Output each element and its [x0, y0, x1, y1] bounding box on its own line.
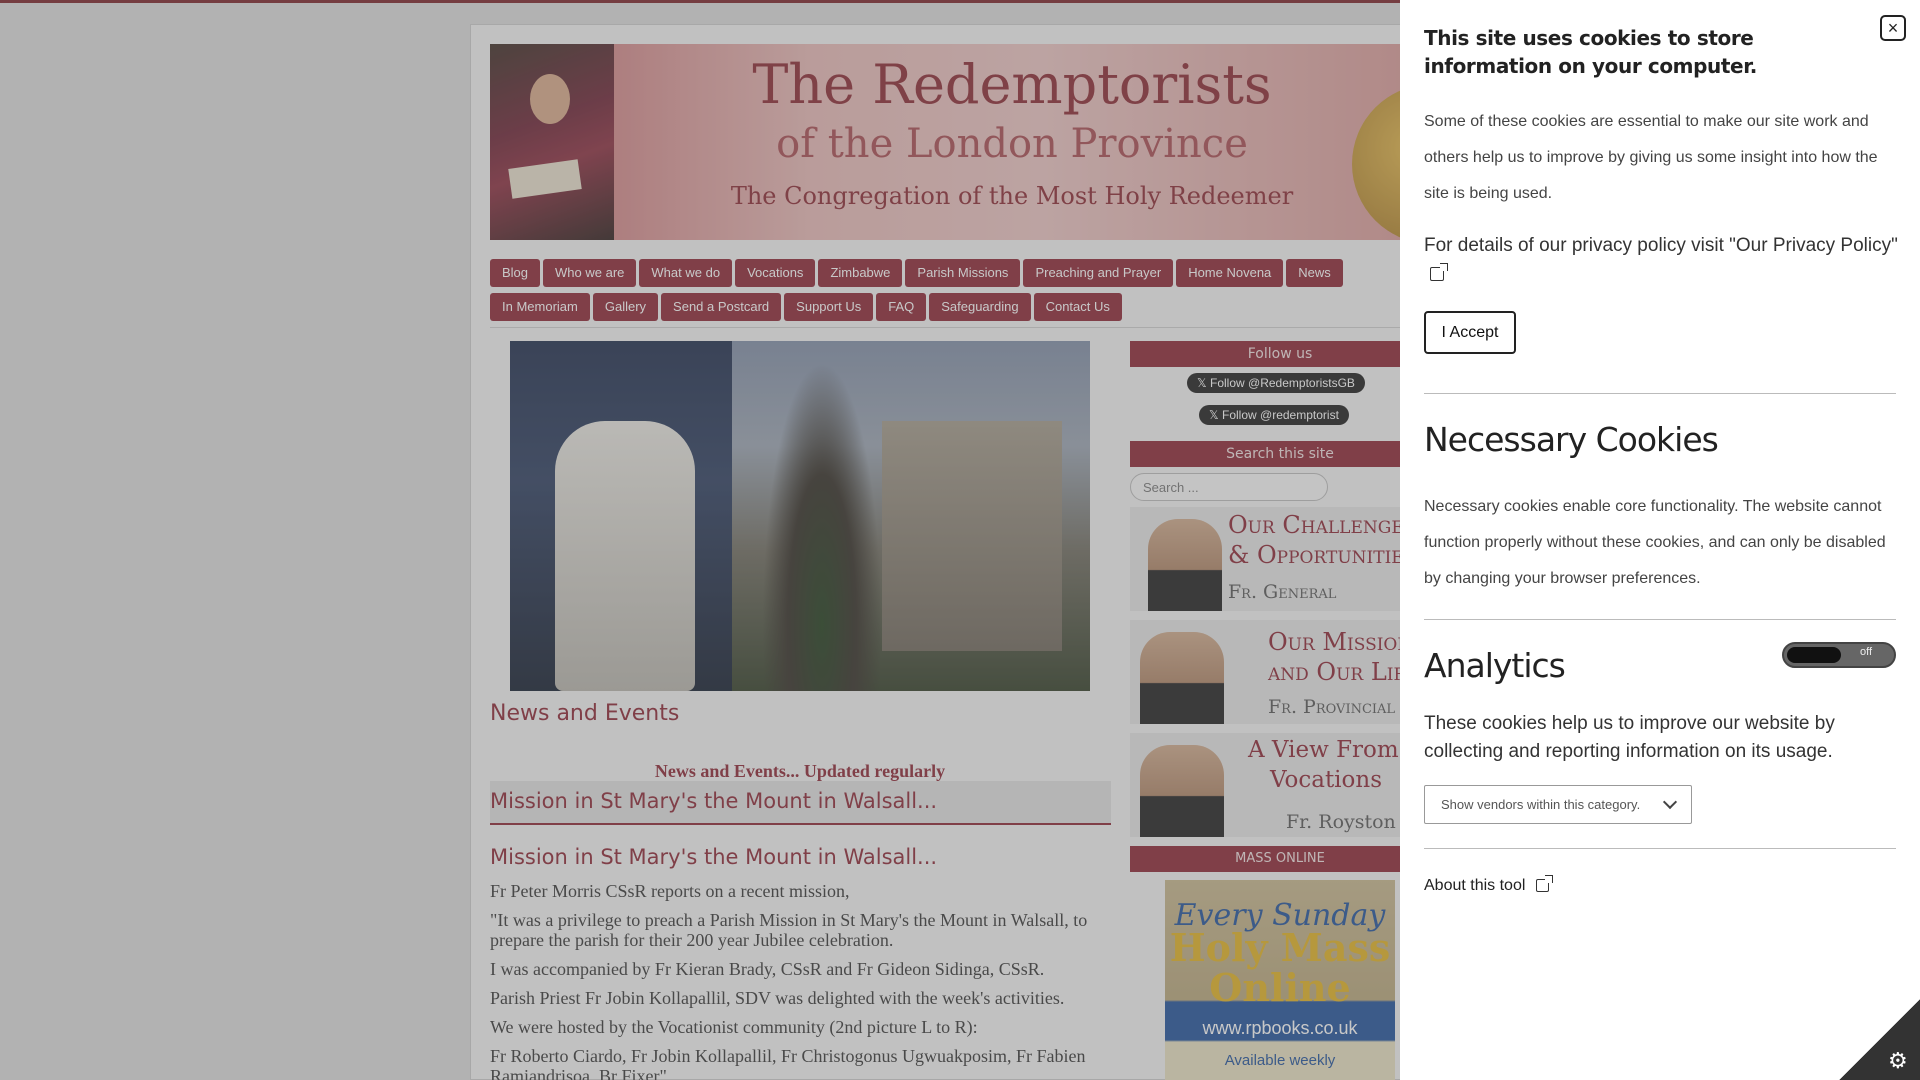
cookie-settings-corner[interactable]: ⚙	[1839, 999, 1920, 1080]
analytics-toggle[interactable]: off	[1782, 642, 1896, 668]
toggle-label: off	[1860, 646, 1873, 658]
show-vendors-button[interactable]: Show vendors within this category.	[1424, 785, 1692, 824]
gear-icon: ⚙	[1888, 1048, 1908, 1073]
divider	[1424, 619, 1896, 620]
accept-button[interactable]: I Accept	[1424, 311, 1516, 354]
about-tool-link[interactable]: About this tool	[1424, 875, 1553, 895]
toggle-knob	[1787, 647, 1841, 663]
about-tool-label: About this tool	[1424, 877, 1526, 894]
divider	[1424, 848, 1896, 849]
cookie-panel: × This site uses cookies to store inform…	[1400, 0, 1920, 1080]
privacy-policy-text: For details of our privacy policy visit …	[1424, 235, 1898, 256]
divider	[1424, 393, 1896, 394]
cookie-intro-title: This site uses cookies to store informat…	[1424, 26, 1757, 78]
external-link-icon	[1535, 875, 1553, 893]
necessary-cookies-title: Necessary Cookies	[1424, 420, 1719, 459]
external-link-icon	[1430, 262, 1448, 281]
privacy-policy-link[interactable]: For details of our privacy policy visit …	[1424, 232, 1904, 288]
analytics-title: Analytics	[1424, 646, 1566, 685]
analytics-text: These cookies help us to improve our web…	[1424, 713, 1835, 762]
cookie-intro-text: Some of these cookies are essential to m…	[1424, 113, 1878, 202]
necessary-cookies-text: Necessary cookies enable core functional…	[1424, 498, 1886, 587]
show-vendors-label: Show vendors within this category.	[1441, 797, 1641, 812]
chevron-down-icon	[1662, 794, 1678, 810]
